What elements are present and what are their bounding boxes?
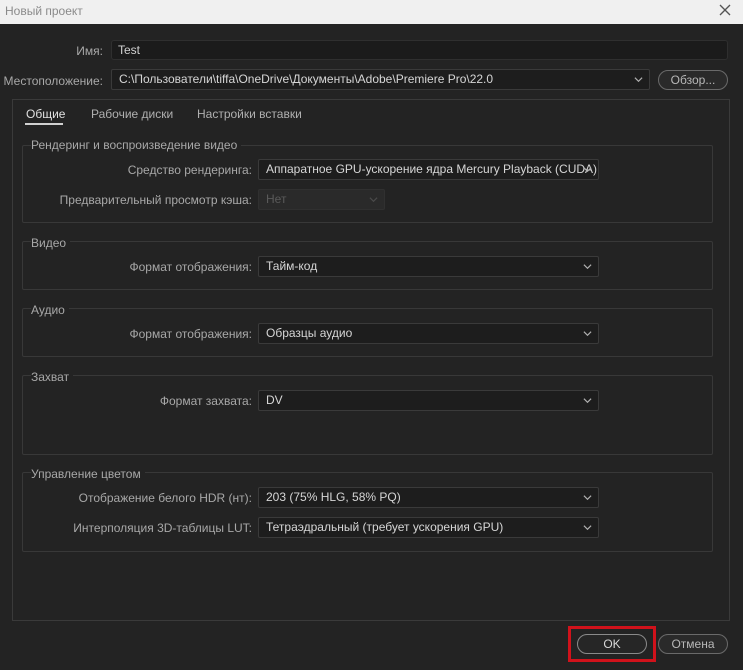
tab-ingest-settings[interactable]: Настройки вставки — [197, 107, 302, 121]
renderer-dropdown[interactable]: Аппаратное GPU-ускорение ядра Mercury Pl… — [258, 159, 599, 180]
cancel-button[interactable]: Отмена — [658, 634, 728, 654]
location-label: Местоположение: — [3, 74, 103, 88]
capture-format-value: DV — [266, 393, 283, 407]
active-tab-indicator — [25, 123, 63, 125]
audio-display-format-label: Формат отображения: — [129, 327, 253, 341]
title-bar: Новый проект — [0, 0, 743, 24]
location-dropdown[interactable]: C:\Пользователи\tiffa\OneDrive\Документы… — [111, 69, 650, 90]
renderer-value: Аппаратное GPU-ускорение ядра Mercury Pl… — [266, 162, 598, 176]
rendering-group — [22, 145, 713, 223]
lut-interpolation-label: Интерполяция 3D-таблицы LUT: — [73, 521, 252, 535]
capture-group-title: Захват — [31, 370, 74, 384]
preview-cache-dropdown: Нет — [258, 189, 385, 210]
color-management-group-title: Управление цветом — [31, 467, 145, 481]
capture-format-label: Формат захвата: — [159, 394, 252, 408]
ok-button[interactable]: OK — [577, 634, 647, 654]
chevron-down-icon — [583, 331, 592, 337]
color-management-group — [22, 472, 713, 552]
capture-group — [22, 375, 713, 455]
chevron-down-icon — [369, 197, 378, 203]
close-icon[interactable] — [717, 2, 733, 18]
lut-interpolation-dropdown[interactable]: Тетраэдральный (требует ускорения GPU) — [258, 517, 599, 538]
chevron-down-icon — [583, 167, 592, 173]
preview-cache-value: Нет — [266, 192, 287, 206]
lut-interpolation-value: Тетраэдральный (требует ускорения GPU) — [266, 520, 504, 534]
hdr-white-dropdown[interactable]: 203 (75% HLG, 58% PQ) — [258, 487, 599, 508]
audio-display-format-value: Образцы аудио — [266, 326, 353, 340]
chevron-down-icon — [583, 398, 592, 404]
chevron-down-icon — [634, 77, 643, 83]
audio-display-format-dropdown[interactable]: Образцы аудио — [258, 323, 599, 344]
name-input[interactable]: Test — [111, 40, 728, 60]
video-display-format-dropdown[interactable]: Тайм-код — [258, 256, 599, 277]
audio-group-title: Аудио — [31, 303, 69, 317]
tab-scratch-disks[interactable]: Рабочие диски — [91, 107, 173, 121]
location-value: C:\Пользователи\tiffa\OneDrive\Документы… — [119, 72, 494, 86]
hdr-white-label: Отображение белого HDR (нт): — [78, 491, 252, 505]
preview-cache-label: Предварительный просмотр кэша: — [59, 193, 252, 207]
window-title: Новый проект — [5, 4, 83, 18]
video-display-format-value: Тайм-код — [266, 259, 318, 273]
browse-button[interactable]: Обзор... — [658, 70, 728, 90]
chevron-down-icon — [583, 525, 592, 531]
video-group-title: Видео — [31, 236, 71, 250]
hdr-white-value: 203 (75% HLG, 58% PQ) — [266, 490, 401, 504]
capture-format-dropdown[interactable]: DV — [258, 390, 599, 411]
chevron-down-icon — [583, 264, 592, 270]
name-label: Имя: — [76, 44, 103, 58]
rendering-group-title: Рендеринг и воспроизведение видео — [31, 138, 242, 152]
video-display-format-label: Формат отображения: — [129, 260, 253, 274]
chevron-down-icon — [583, 495, 592, 501]
tab-general[interactable]: Общие — [26, 107, 65, 121]
renderer-label: Средство рендеринга: — [127, 163, 252, 177]
